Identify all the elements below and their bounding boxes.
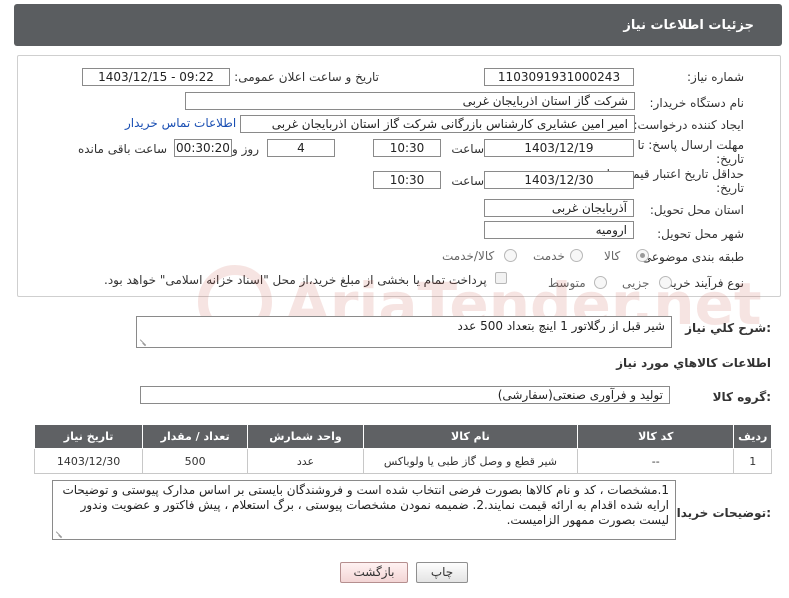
resize-handle-icon[interactable] [55,530,63,538]
category-radio-goods[interactable] [636,249,649,262]
col-goods-name: نام کالا [362,424,579,449]
cell-goods-code: -- [577,448,735,474]
category-option-goods-service: کالا/خدمت [442,249,495,263]
price-validity-label-date: تاریخ: [716,181,744,195]
table-header-row: تاریخ نیاز تعداد / مقدار واحد شمارش نام … [33,424,772,449]
buyer-notes-textarea[interactable]: 1.مشخصات ، کد و نام کالاها بصورت فرضی ان… [52,480,676,540]
city-label: شهر محل تحویل: [657,227,744,241]
description-textarea[interactable]: شیر قبل از رگلاتور 1 اینچ بتعداد 500 عدد [136,316,672,348]
time-remaining-label: ساعت باقی مانده [77,142,167,156]
creator-label: ایجاد کننده درخواست: [633,118,744,132]
goods-group-field: تولید و فرآوری صنعتی(سفارشی) [140,386,670,404]
buyer-org-label: نام دستگاه خریدار: [649,96,745,110]
price-validity-time-label: ساعت [451,174,484,188]
need-number-label: شماره نیاز: [687,70,744,84]
cell-unit: عدد [247,448,364,474]
description-label: شرح کلي نياز: [685,321,771,335]
time-remaining-field: 00:30:20 [174,139,232,157]
cell-need-date: 1403/12/30 [33,448,144,474]
category-label: طبقه بندی موضوعی: [637,250,744,264]
treasury-payment-checkbox[interactable] [495,272,507,284]
goods-group-label: گروه کالا: [712,390,771,404]
process-radio-medium[interactable] [594,276,607,289]
province-label: استان محل تحویل: [649,203,744,217]
page-header: جزئیات اطلاعات نیاز [14,4,782,46]
category-radio-goods-service[interactable] [504,249,517,262]
back-button[interactable]: بازگشت [340,562,408,583]
announce-date-field: 1403/12/15 - 09:22 [82,68,230,86]
process-option-medium: متوسط [548,276,586,290]
need-number-field: 1103091931000243 [484,68,634,86]
category-radio-service[interactable] [570,249,583,262]
reply-date-field: 1403/12/19 [484,139,634,157]
city-field: ارومیه [484,221,634,239]
category-option-goods: کالا [604,249,621,263]
cell-goods-name: شیر قطع و وصل گاز طبی یا ولوباکس [362,448,579,474]
reply-deadline-label: مهلت ارسال پاسخ: تا [637,138,744,152]
reply-time-field: 10:30 [373,139,441,157]
page-title: جزئیات اطلاعات نیاز [623,18,754,33]
category-option-service: خدمت [533,249,565,263]
buyer-notes-text: 1.مشخصات ، کد و نام کالاها بصورت فرضی ان… [62,483,669,527]
col-row-number: ردیف [733,424,772,449]
price-validity-date-field: 1403/12/30 [484,171,634,189]
price-validity-time-field: 10:30 [373,171,441,189]
buyer-org-field: شرکت گاز استان اذربایجان غربی [185,92,635,110]
reply-time-label: ساعت [451,142,484,156]
creator-field: امیر امین عشایری کارشناس بازرگانی شرکت گ… [240,115,635,133]
print-button[interactable]: چاپ [416,562,468,583]
buyer-notes-label: توضیحات خریدار: [669,506,771,520]
col-need-date: تاریخ نیاز [33,424,144,449]
col-goods-code: کد کالا [577,424,735,449]
cell-row-number: 1 [733,448,772,474]
col-quantity: تعداد / مقدار [142,424,249,449]
table-row: 1403/12/30 500 عدد شیر قطع و وصل گاز طبی… [33,448,772,474]
buyer-contact-link[interactable]: اطلاعات تماس خریدار [125,116,236,130]
treasury-payment-note: پرداخت تمام یا بخشی از مبلغ خرید،از محل … [104,273,487,287]
cell-quantity: 500 [142,448,249,474]
col-unit: واحد شمارش [247,424,364,449]
reply-deadline-label-date: تاریخ: [716,152,744,166]
announce-date-label: تاریخ و ساعت اعلان عمومی: [234,70,379,84]
days-label: روز و [232,142,259,156]
resize-handle-icon[interactable] [139,338,147,346]
process-radio-minor[interactable] [659,276,672,289]
days-remaining-field: 4 [267,139,335,157]
goods-table: تاریخ نیاز تعداد / مقدار واحد شمارش نام … [33,424,772,474]
province-field: آذربایجان غربی [484,199,634,217]
process-option-minor: جزیی [622,276,650,290]
goods-info-title: اطلاعات کالاهاي مورد نياز [616,356,771,370]
description-text: شیر قبل از رگلاتور 1 اینچ بتعداد 500 عدد [457,319,665,333]
